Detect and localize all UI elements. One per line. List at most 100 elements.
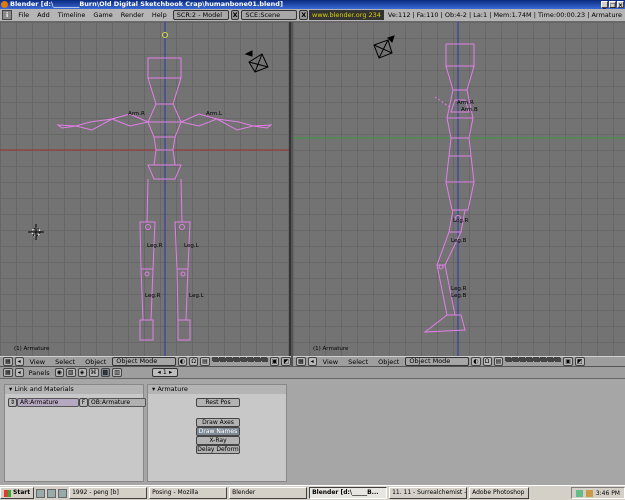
tray-icon[interactable] bbox=[585, 489, 593, 497]
pivot-button[interactable]: Ω bbox=[189, 357, 199, 366]
bone-head bbox=[445, 43, 475, 67]
browse-datablock-button[interactable]: ⇕ bbox=[8, 398, 18, 407]
bone-label: Leg.R bbox=[453, 218, 469, 224]
render-preview-button[interactable]: ◩ bbox=[281, 357, 291, 366]
menu-help[interactable]: Help bbox=[148, 11, 171, 19]
minimize-button[interactable]: _ bbox=[601, 1, 608, 9]
taskbar-item[interactable]: 1992 - peng [b] bbox=[69, 487, 148, 499]
camera-icon bbox=[244, 50, 269, 73]
rest-pos-button[interactable]: Rest Pos bbox=[196, 398, 240, 407]
editor-type-button[interactable]: ▦ bbox=[296, 357, 306, 366]
maximize-button[interactable]: □ bbox=[609, 1, 616, 9]
layer-buttons[interactable] bbox=[211, 357, 268, 366]
menu-file[interactable]: File bbox=[14, 11, 33, 19]
draw-type-button[interactable]: ◐ bbox=[471, 357, 481, 366]
window-titlebar: Blender [d:\________Burn\Old Digital Ske… bbox=[0, 0, 625, 9]
editor-type-button[interactable]: ▦ bbox=[3, 368, 13, 377]
object-name-field[interactable]: OB:Armature bbox=[88, 398, 147, 407]
bone-label: Arm.L bbox=[206, 111, 223, 117]
taskbar-item[interactable]: 11. 11 - Surrealchemist - ... bbox=[389, 487, 468, 499]
pivot-button[interactable]: Ω bbox=[482, 357, 492, 366]
panel-title[interactable]: ▾ Armature bbox=[148, 385, 286, 394]
menu-select[interactable]: Select bbox=[51, 358, 79, 366]
main-menubar: i File Add Timeline Game Render Help SCR… bbox=[0, 9, 625, 22]
quicklaunch-app-icon[interactable] bbox=[58, 488, 68, 498]
scene-context-icon[interactable]: ▥ bbox=[112, 368, 122, 377]
menu-view[interactable]: View bbox=[319, 358, 342, 366]
viewport-front[interactable]: Arm.R Arm.L Leg.R Leg.L Leg.R Leg.L (1) … bbox=[0, 22, 291, 356]
draw-names-button[interactable]: Draw Names bbox=[196, 427, 240, 436]
system-tray: 3:46 PM bbox=[570, 487, 625, 499]
taskbar-item[interactable]: Posing - Mozilla bbox=[149, 487, 228, 499]
scene-close-button[interactable]: X bbox=[299, 10, 309, 20]
fake-user-button[interactable]: F bbox=[79, 398, 89, 407]
menu-add[interactable]: Add bbox=[33, 11, 54, 19]
taskbar-item-active[interactable]: Blender [d:\_____B... bbox=[309, 487, 388, 499]
quicklaunch-browser-icon[interactable] bbox=[47, 488, 57, 498]
tray-icon[interactable] bbox=[575, 489, 583, 497]
manipulator-button[interactable]: ▤ bbox=[200, 357, 210, 366]
draw-type-button[interactable]: ◐ bbox=[177, 357, 188, 366]
bone-knee bbox=[436, 231, 462, 266]
menu-object[interactable]: Object bbox=[374, 358, 403, 366]
bone-foot bbox=[423, 314, 466, 333]
editing-context-icon[interactable]: ▩ bbox=[100, 368, 111, 377]
menu-object[interactable]: Object bbox=[81, 358, 110, 366]
taskbar-item[interactable]: Blender bbox=[229, 487, 308, 499]
mode-selector[interactable]: Object Mode bbox=[112, 357, 176, 366]
menu-select[interactable]: Select bbox=[344, 358, 372, 366]
bone-pelvis bbox=[445, 181, 475, 211]
collapse-header-button[interactable]: ◂ bbox=[14, 368, 24, 377]
object-context-icon[interactable]: ⌘ bbox=[88, 368, 99, 377]
screen-selector[interactable]: SCR:2 - Model bbox=[172, 10, 229, 20]
logic-context-icon[interactable]: ◉ bbox=[54, 368, 64, 377]
info-icon[interactable]: i bbox=[2, 10, 13, 20]
start-button[interactable]: Start bbox=[0, 487, 35, 499]
screen-close-button[interactable]: X bbox=[230, 10, 240, 20]
panels-menu[interactable]: Panels bbox=[26, 369, 53, 377]
render-preview-button[interactable]: ◩ bbox=[574, 357, 585, 366]
viewport-object-label: (1) Armature bbox=[313, 346, 349, 352]
bone-shin-l bbox=[176, 268, 189, 321]
panel-title[interactable]: ▾ Link and Materials bbox=[5, 385, 143, 394]
taskbar-item[interactable]: Adobe Photoshop bbox=[469, 487, 530, 499]
camera-icon bbox=[373, 35, 395, 59]
menu-view[interactable]: View bbox=[26, 358, 49, 366]
panel-armature: ▾ Armature Rest Pos Draw Axes Draw Names… bbox=[147, 384, 287, 482]
collapse-header-button[interactable]: ◂ bbox=[14, 357, 24, 366]
windows-logo-icon bbox=[4, 489, 11, 497]
scene-selector[interactable]: SCE:Scene bbox=[241, 10, 298, 20]
close-window-button[interactable]: × bbox=[617, 1, 624, 9]
window-title: Blender [d:\________Burn\Old Digital Ske… bbox=[10, 0, 283, 8]
editor-type-button[interactable]: ▦ bbox=[3, 357, 13, 366]
manipulator-button[interactable]: ▤ bbox=[493, 357, 504, 366]
viewport-side[interactable]: Arm.R Arm.B Leg.R Leg.B Leg.R Leg.B (1) … bbox=[293, 22, 625, 356]
lock-icon[interactable]: ▣ bbox=[269, 357, 280, 366]
menu-game[interactable]: Game bbox=[89, 11, 116, 19]
script-context-icon[interactable]: ▧ bbox=[65, 368, 76, 377]
view3d-header-left: ▦ ◂ View Select Object Object Mode ◐ Ω ▤… bbox=[0, 356, 291, 367]
draw-axes-button[interactable]: Draw Axes bbox=[196, 418, 240, 427]
mode-selector[interactable]: Object Mode bbox=[405, 357, 470, 366]
lock-icon[interactable]: ▣ bbox=[563, 357, 573, 366]
collapse-header-button[interactable]: ◂ bbox=[307, 357, 317, 366]
armature-name-field[interactable]: AR:Armature bbox=[17, 398, 80, 407]
armature-side bbox=[423, 43, 475, 333]
front-scene: Arm.R Arm.L Leg.R Leg.L Leg.R Leg.L bbox=[0, 22, 289, 356]
panel-title-text: Link and Materials bbox=[14, 385, 74, 393]
windows-taskbar: Start 1992 - peng [b] Posing - Mozilla B… bbox=[0, 485, 625, 500]
bone-arm-l bbox=[216, 118, 255, 131]
website-link[interactable]: www.blender.org 234 bbox=[309, 10, 384, 20]
delay-deform-button[interactable]: Delay Deform bbox=[196, 445, 240, 454]
blender-icon bbox=[1, 1, 8, 8]
shading-context-icon[interactable]: ◈ bbox=[77, 368, 87, 377]
menu-timeline[interactable]: Timeline bbox=[54, 11, 90, 19]
frame-field[interactable]: ◂ 1 ▸ bbox=[151, 368, 178, 377]
xray-button[interactable]: X-Ray bbox=[196, 436, 240, 445]
quicklaunch-desktop-icon[interactable] bbox=[36, 488, 46, 498]
bone-label: Leg.B bbox=[451, 293, 467, 299]
scene-stats: Ve:112 | Fa:110 | Ob:4-2 | La:1 | Mem:1.… bbox=[387, 11, 622, 19]
menu-render[interactable]: Render bbox=[117, 11, 148, 19]
layer-buttons[interactable] bbox=[505, 357, 562, 366]
frame-number: 1 bbox=[162, 368, 167, 376]
